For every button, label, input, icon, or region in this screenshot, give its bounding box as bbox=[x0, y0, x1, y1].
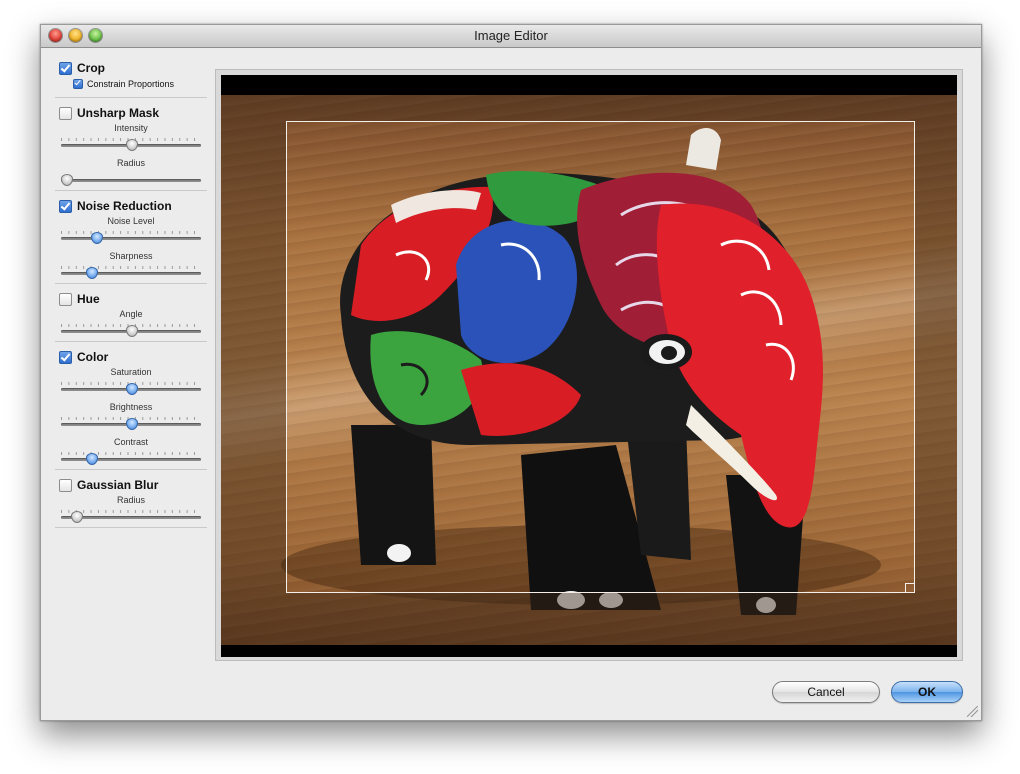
unsharp-mask-checkbox[interactable] bbox=[59, 106, 72, 120]
filter-sidebar: Crop Constrain Proportions Unsharp Mask … bbox=[55, 59, 207, 528]
slider-knob[interactable] bbox=[126, 139, 138, 151]
slider-knob[interactable] bbox=[91, 232, 104, 244]
angle-label: Angle bbox=[119, 309, 143, 319]
slider-knob[interactable] bbox=[85, 453, 98, 465]
unsharp-mask-section: Unsharp Mask Intensity Radius bbox=[55, 98, 207, 191]
noise-reduction-label: Noise Reduction bbox=[77, 199, 172, 213]
saturation-label: Saturation bbox=[110, 367, 152, 377]
blur-radius-label: Radius bbox=[116, 495, 145, 505]
constrain-proportions-checkbox[interactable] bbox=[73, 79, 83, 89]
intensity-label: Intensity bbox=[114, 123, 148, 133]
title-bar[interactable]: Image Editor bbox=[41, 25, 981, 48]
constrain-proportions-toggle[interactable]: Constrain Proportions bbox=[55, 77, 207, 91]
color-toggle[interactable]: Color bbox=[55, 348, 207, 366]
noise-reduction-toggle[interactable]: Noise Reduction bbox=[55, 197, 207, 215]
image-canvas[interactable] bbox=[221, 75, 957, 657]
blur-radius-slider[interactable] bbox=[59, 507, 203, 525]
hue-toggle[interactable]: Hue bbox=[55, 290, 207, 308]
slider-knob[interactable] bbox=[71, 511, 84, 523]
crop-shade-left bbox=[221, 121, 286, 593]
crop-shade-bottom bbox=[221, 593, 957, 645]
color-checkbox[interactable] bbox=[59, 350, 72, 364]
intensity-slider[interactable] bbox=[59, 135, 203, 153]
brightness-slider[interactable] bbox=[59, 414, 203, 432]
crop-label: Crop bbox=[77, 61, 105, 75]
slider-knob[interactable] bbox=[61, 174, 74, 186]
contrast-label: Contrast bbox=[113, 437, 148, 447]
angle-slider[interactable] bbox=[59, 321, 203, 339]
unsharp-radius-slider[interactable] bbox=[59, 170, 203, 188]
crop-shade-right bbox=[915, 121, 957, 593]
crop-rectangle[interactable] bbox=[286, 121, 915, 593]
gaussian-blur-checkbox[interactable] bbox=[59, 478, 72, 492]
gaussian-blur-toggle[interactable]: Gaussian Blur bbox=[55, 476, 207, 494]
hue-checkbox[interactable] bbox=[59, 292, 72, 306]
saturation-slider[interactable] bbox=[59, 379, 203, 397]
cancel-button[interactable]: Cancel bbox=[772, 681, 880, 703]
contrast-slider[interactable] bbox=[59, 449, 203, 467]
window-resize-grip[interactable] bbox=[967, 706, 978, 717]
gaussian-blur-label: Gaussian Blur bbox=[77, 478, 159, 492]
crop-shade-top bbox=[221, 95, 957, 121]
image-preview-frame bbox=[215, 69, 963, 661]
unsharp-mask-toggle[interactable]: Unsharp Mask bbox=[55, 104, 207, 122]
hue-label: Hue bbox=[77, 292, 100, 306]
slider-knob[interactable] bbox=[126, 325, 138, 337]
brightness-label: Brightness bbox=[109, 402, 153, 412]
slider-knob[interactable] bbox=[126, 383, 138, 395]
crop-section: Crop Constrain Proportions bbox=[55, 59, 207, 98]
noise-level-slider[interactable] bbox=[59, 228, 203, 246]
noise-reduction-checkbox[interactable] bbox=[59, 199, 72, 213]
window-title: Image Editor bbox=[474, 28, 548, 43]
gaussian-blur-section: Gaussian Blur Radius bbox=[55, 470, 207, 528]
crop-toggle[interactable]: Crop bbox=[55, 59, 207, 77]
elephant-photo[interactable] bbox=[221, 95, 957, 645]
noise-level-label: Noise Level bbox=[107, 216, 155, 226]
sharpness-slider[interactable] bbox=[59, 263, 203, 281]
constrain-proportions-label: Constrain Proportions bbox=[87, 79, 175, 89]
crop-resize-handle[interactable] bbox=[905, 583, 915, 593]
sharpness-label: Sharpness bbox=[109, 251, 153, 261]
unsharp-mask-label: Unsharp Mask bbox=[77, 106, 160, 120]
slider-knob[interactable] bbox=[85, 267, 98, 279]
color-section: Color Saturation Brightness Contrast bbox=[55, 342, 207, 470]
hue-section: Hue Angle bbox=[55, 284, 207, 342]
ok-button[interactable]: OK bbox=[891, 681, 963, 703]
noise-reduction-section: Noise Reduction Noise Level Sharpness bbox=[55, 191, 207, 284]
crop-checkbox[interactable] bbox=[59, 61, 72, 75]
color-label: Color bbox=[77, 350, 109, 364]
radius-label: Radius bbox=[116, 158, 145, 168]
image-editor-window: Image Editor Crop Constrain Proportions … bbox=[40, 24, 982, 721]
slider-knob[interactable] bbox=[126, 418, 138, 430]
